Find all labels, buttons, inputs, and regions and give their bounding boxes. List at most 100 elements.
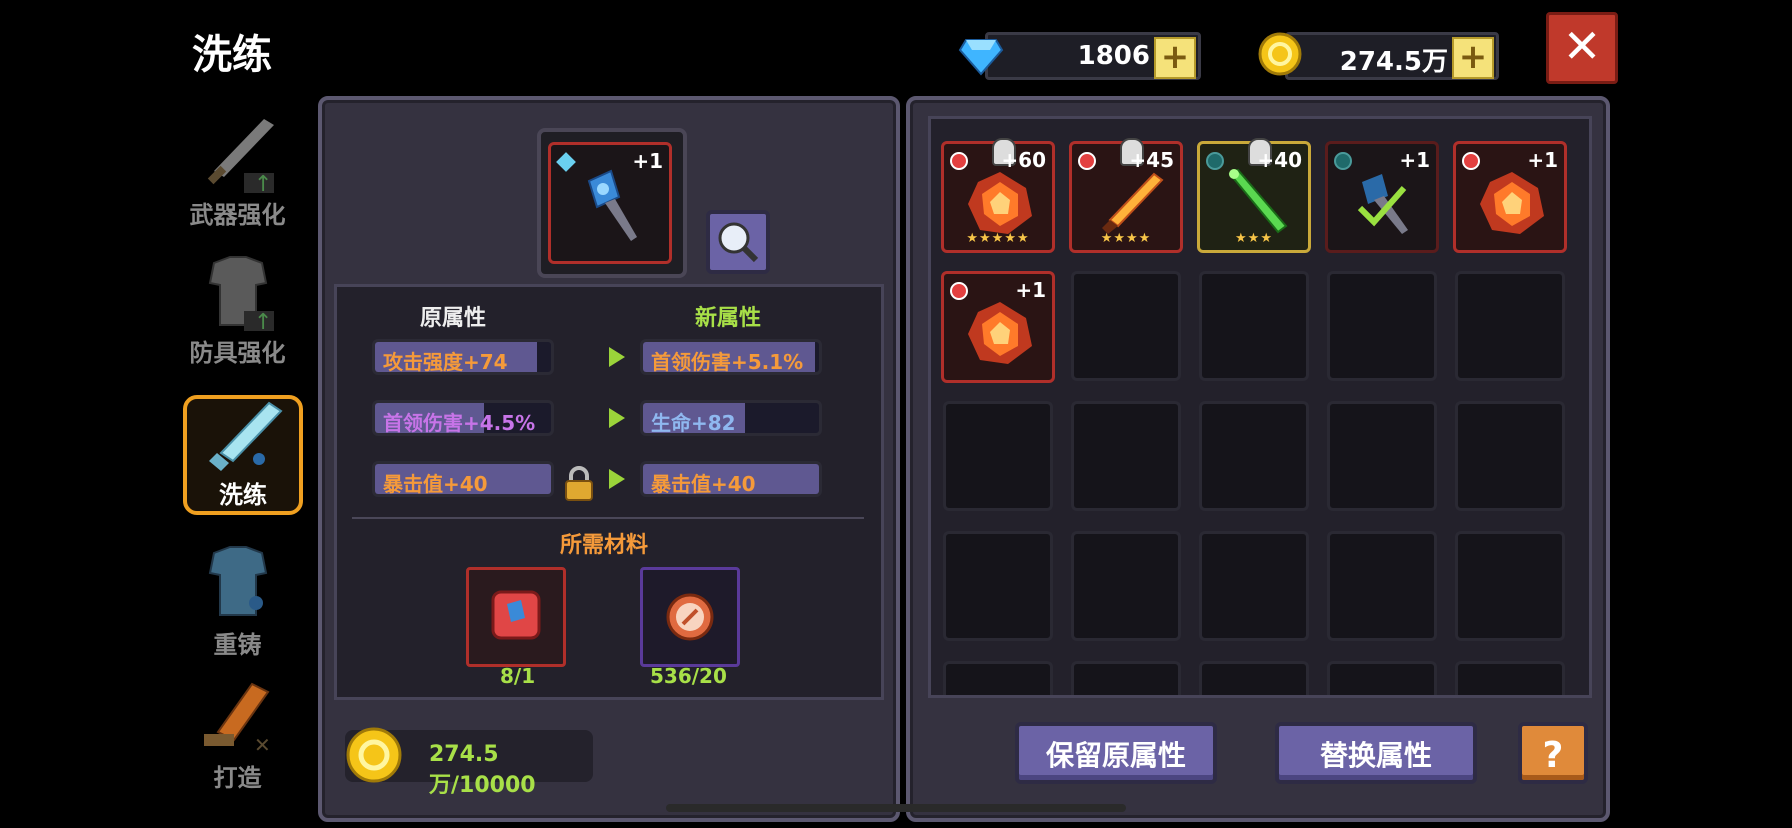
crystal-sword-icon bbox=[199, 399, 287, 479]
lock-icon[interactable] bbox=[563, 466, 595, 502]
inventory-grid[interactable]: +60 ★★★★★ +45 ★★★★ +40 ★★★ +1 +1 +1 bbox=[928, 116, 1592, 698]
inventory-slot[interactable] bbox=[1327, 401, 1437, 511]
inventory-slot[interactable] bbox=[1455, 661, 1565, 695]
sidebar-item-label: 洗练 bbox=[219, 481, 267, 509]
sidebar-item-label: 武器强化 bbox=[189, 201, 286, 229]
replace-attributes-button[interactable]: 替换属性 bbox=[1275, 722, 1477, 784]
old-attr-header: 原属性 bbox=[420, 306, 487, 331]
sidebar-item-label: 打造 bbox=[213, 764, 262, 792]
sidebar-item-label: 重铸 bbox=[213, 631, 262, 659]
inventory-item[interactable]: +1 bbox=[1325, 141, 1439, 253]
inventory-slot[interactable] bbox=[1071, 271, 1181, 381]
item-level: +45 bbox=[1129, 148, 1174, 172]
close-button[interactable]: ✕ bbox=[1546, 12, 1618, 84]
stat-text: 生命+82 bbox=[651, 411, 736, 435]
gold-counter: 274.5万 + bbox=[1285, 32, 1499, 80]
new-stat-row: 首领伤害+5.1% bbox=[640, 339, 822, 375]
item-stars: ★★★ bbox=[1235, 231, 1273, 246]
inventory-item[interactable]: +1 bbox=[941, 271, 1055, 383]
inventory-slot[interactable] bbox=[1327, 271, 1437, 381]
materials-header: 所需材料 bbox=[560, 533, 649, 558]
item-art-icon bbox=[960, 298, 1040, 372]
cost-bar: 274.5万/10000 bbox=[345, 727, 593, 798]
sidebar-item-armor-upgrade[interactable]: ↑ 防具强化 bbox=[175, 253, 300, 373]
home-indicator bbox=[666, 804, 1126, 812]
gem-counter: 1806 + bbox=[985, 32, 1201, 80]
add-gems-button[interactable]: + bbox=[1154, 37, 1196, 79]
item-level: +60 bbox=[1001, 148, 1046, 172]
item-level: +1 bbox=[1527, 148, 1558, 172]
sword-icon: ↑ bbox=[194, 115, 282, 197]
cost-text: 274.5万/10000 bbox=[429, 742, 536, 798]
sidebar-item-reforge[interactable]: 重铸 bbox=[175, 545, 300, 665]
inventory-slot[interactable] bbox=[1455, 271, 1565, 381]
sidebar-item-weapon-upgrade[interactable]: ↑ 武器强化 bbox=[175, 115, 300, 235]
material-slot[interactable] bbox=[640, 567, 740, 667]
refine-stone-icon bbox=[666, 593, 714, 641]
sidebar-item-label: 防具强化 bbox=[189, 339, 286, 367]
inventory-slot[interactable] bbox=[943, 661, 1053, 695]
old-stat-row: 攻击强度+74 bbox=[372, 339, 554, 375]
stat-text: 暴击值+40 bbox=[651, 472, 756, 496]
inventory-item[interactable]: +60 ★★★★★ bbox=[941, 138, 1055, 253]
stat-text: 暴击值+40 bbox=[383, 472, 488, 496]
inventory-slot[interactable] bbox=[1071, 401, 1181, 511]
keep-attributes-button[interactable]: 保留原属性 bbox=[1015, 722, 1217, 784]
inspect-button[interactable] bbox=[706, 210, 770, 274]
sidebar-item-forge[interactable]: ✕ 打造 bbox=[175, 678, 300, 798]
arrow-right-icon bbox=[609, 469, 625, 489]
old-stat-row: 首领伤害+4.5% bbox=[372, 400, 554, 436]
inventory-slot[interactable] bbox=[1199, 401, 1309, 511]
inventory-slot[interactable] bbox=[1071, 661, 1181, 695]
page-title: 洗练 bbox=[192, 32, 272, 78]
material-count: 536/20 bbox=[650, 664, 727, 688]
inventory-slot[interactable] bbox=[1199, 661, 1309, 695]
inventory-slot[interactable] bbox=[1455, 531, 1565, 641]
inventory-slot[interactable] bbox=[943, 531, 1053, 641]
inventory-slot[interactable] bbox=[1199, 531, 1309, 641]
stat-text: 首领伤害+4.5% bbox=[383, 411, 536, 435]
red-scroll-icon bbox=[491, 590, 541, 640]
new-attr-header: 新属性 bbox=[695, 306, 762, 331]
blue-torch-icon bbox=[587, 169, 637, 241]
hammer-icon: ✕ bbox=[194, 678, 282, 758]
sidebar-item-refine[interactable]: 洗练 bbox=[183, 395, 303, 515]
gold-coin-icon bbox=[1258, 32, 1302, 80]
svg-text:↑: ↑ bbox=[254, 172, 272, 195]
inventory-item[interactable]: +40 ★★★ bbox=[1197, 138, 1311, 253]
divider bbox=[352, 517, 864, 519]
stat-text: 首领伤害+5.1% bbox=[651, 350, 804, 374]
old-stat-row: 暴击值+40 bbox=[372, 461, 554, 497]
item-art-icon bbox=[1344, 168, 1424, 242]
svg-text:✕: ✕ bbox=[254, 733, 271, 757]
item-stars: ★★★★ bbox=[1100, 231, 1152, 246]
inventory-item[interactable]: +45 ★★★★ bbox=[1069, 138, 1183, 253]
new-stat-row: 生命+82 bbox=[640, 400, 822, 436]
arrow-right-icon bbox=[609, 347, 625, 367]
help-button[interactable]: ? bbox=[1518, 722, 1588, 784]
material-count: 8/1 bbox=[500, 664, 536, 688]
stat-text: 攻击强度+74 bbox=[383, 350, 508, 374]
magnifier-icon bbox=[718, 222, 759, 263]
inventory-slot[interactable] bbox=[1199, 271, 1309, 381]
inventory-slot[interactable] bbox=[943, 401, 1053, 511]
item-stars: ★★★★★ bbox=[966, 231, 1030, 246]
gold-amount: 274.5万 bbox=[1339, 47, 1448, 77]
gold-coin-icon bbox=[346, 727, 402, 783]
new-stat-row: 暴击值+40 bbox=[640, 461, 822, 497]
blue-gem-icon bbox=[556, 152, 576, 172]
inventory-slot[interactable] bbox=[1327, 661, 1437, 695]
inventory-slot[interactable] bbox=[1455, 401, 1565, 511]
material-slot[interactable] bbox=[466, 567, 566, 667]
add-gold-button[interactable]: + bbox=[1452, 37, 1494, 79]
inventory-slot[interactable] bbox=[1327, 531, 1437, 641]
inventory-slot[interactable] bbox=[1071, 531, 1181, 641]
selected-item-slot[interactable]: +1 bbox=[548, 142, 672, 264]
item-art-icon bbox=[1472, 168, 1552, 242]
inventory-item[interactable]: +1 bbox=[1453, 141, 1567, 253]
svg-text:↑: ↑ bbox=[254, 310, 272, 333]
gem-amount: 1806 bbox=[1077, 41, 1150, 71]
arrow-right-icon bbox=[609, 408, 625, 428]
blue-armor-icon bbox=[194, 545, 282, 625]
item-level: +1 bbox=[1399, 148, 1430, 172]
